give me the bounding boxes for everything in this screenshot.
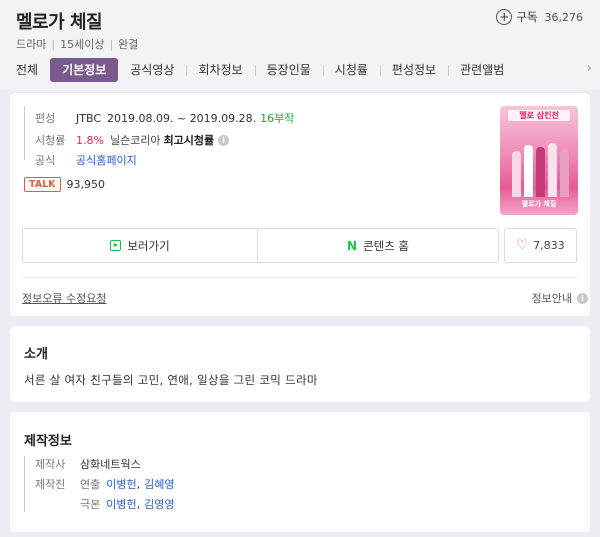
like-button[interactable]: ♡ 7,833 <box>504 228 577 263</box>
talk-badge: TALK <box>24 177 61 192</box>
play-icon <box>110 240 122 251</box>
tab-albums[interactable]: 관련앨범 <box>448 58 516 82</box>
meta-genre: 드라마 <box>16 38 47 51</box>
intro-title: 소개 <box>24 347 48 362</box>
chevron-right-icon[interactable]: › <box>587 61 592 76</box>
official-label: 공식 <box>35 154 56 167</box>
action-buttons: 보러가기 N 콘텐츠 홈 <box>22 228 499 263</box>
info-guide-label: 정보안내 <box>531 292 572 305</box>
broadcast-label: 편성 <box>35 112 56 125</box>
intro-card <box>10 326 590 402</box>
tab-episode-info[interactable]: 회차정보 <box>186 58 254 82</box>
meta-separator: | <box>109 37 114 51</box>
poster-logo-art: 멜로가 체질 <box>521 200 557 208</box>
broadcast-row: 편성 JTBC 2019.08.09. ~ 2019.09.28. 16부작 <box>25 110 294 126</box>
naver-n-icon: N <box>346 238 358 253</box>
info-icon[interactable]: i <box>218 134 230 146</box>
company-name: 삼화네트웍스 <box>80 458 141 471</box>
staff-row: 제작진 연출 이병헌 , 김혜영 <box>35 476 175 492</box>
page-title: 멜로가 체질 <box>16 12 103 33</box>
writer-label: 극본 <box>80 498 101 511</box>
tab-ratings[interactable]: 시청률 <box>322 58 380 82</box>
content-home-label: 콘텐츠 홈 <box>363 238 410 253</box>
writer-link[interactable]: 이병헌 <box>106 496 136 512</box>
report-error-link[interactable]: 정보오류 수정요청 <box>22 290 106 306</box>
broadcast-period: 2019.08.09. ~ 2019.09.28. <box>107 111 257 125</box>
director-link[interactable]: 이병헌 <box>106 476 136 492</box>
header: 멜로가 체질 + 구독 36,276 드라마 | 15세이상 | 완결 전체 기… <box>0 0 600 90</box>
company-row: 제작사 삼화네트웍스 <box>35 456 141 472</box>
production-title: 제작정보 <box>24 434 72 449</box>
watch-label: 보러가기 <box>127 238 170 253</box>
writer-link[interactable]: 김영영 <box>144 496 174 512</box>
watch-button[interactable]: 보러가기 <box>22 228 258 263</box>
subscribe-count: 36,276 <box>544 10 584 24</box>
plus-icon: + <box>496 9 513 25</box>
director-label: 연출 <box>80 478 101 491</box>
talk-row[interactable]: TALK 93,950 <box>24 177 105 192</box>
meta-status: 완결 <box>118 38 139 51</box>
tab-official-video[interactable]: 공식영상 <box>118 58 186 82</box>
tab-basic-info[interactable]: 기본정보 <box>50 58 119 82</box>
poster-title-art: 멜로 삼킨전 <box>508 110 570 121</box>
subscribe-label: 구독 <box>516 10 538 24</box>
rating-label: 시청률 <box>35 134 66 147</box>
rating-row: 시청률 1.8% 닐슨코리아 최고시청률 i <box>25 132 230 148</box>
broadcast-channel: JTBC <box>76 111 101 125</box>
tab-bar: 전체 기본정보 공식영상 회차정보 등장인물 시청률 편성정보 관련앨범 <box>0 57 600 83</box>
production-divider-line <box>24 456 25 512</box>
official-homepage-link[interactable]: 공식홈페이지 <box>76 152 137 168</box>
subscribe-button[interactable]: + 구독 36,276 <box>496 9 583 25</box>
content-home-button[interactable]: N 콘텐츠 홈 <box>258 228 499 263</box>
director-link[interactable]: 김혜영 <box>144 476 174 492</box>
meta-separator: | <box>51 37 56 51</box>
info-guide-button[interactable]: 정보안내 i <box>532 290 588 306</box>
tab-characters[interactable]: 등장인물 <box>254 58 323 82</box>
heart-icon: ♡ <box>516 238 529 253</box>
writer-row: 극본 이병헌 , 김영영 <box>80 496 175 512</box>
rating-type: 최고시청률 <box>163 134 215 147</box>
meta-age-rating: 15세이상 <box>60 38 105 51</box>
divider <box>22 277 578 278</box>
poster-image[interactable]: 멜로 삼킨전 멜로가 체질 <box>500 106 578 215</box>
broadcast-episodes: 16부작 <box>260 112 295 125</box>
info-icon: i <box>577 292 588 304</box>
official-row: 공식 공식홈페이지 <box>25 152 137 168</box>
tab-all[interactable]: 전체 <box>0 58 50 82</box>
company-label: 제작사 <box>35 458 66 471</box>
rating-region: 닐슨코리아 <box>109 134 161 147</box>
rating-value: 1.8% <box>76 133 104 147</box>
intro-text: 서른 살 여자 친구들의 고민, 연애, 일상을 그린 코믹 드라마 <box>24 373 318 387</box>
talk-count: 93,950 <box>66 178 106 191</box>
staff-label: 제작진 <box>35 478 66 491</box>
tab-schedule[interactable]: 편성정보 <box>379 58 448 82</box>
production-card <box>10 412 590 532</box>
meta-info: 드라마 | 15세이상 | 완결 <box>16 36 138 52</box>
like-count: 7,833 <box>533 239 565 252</box>
